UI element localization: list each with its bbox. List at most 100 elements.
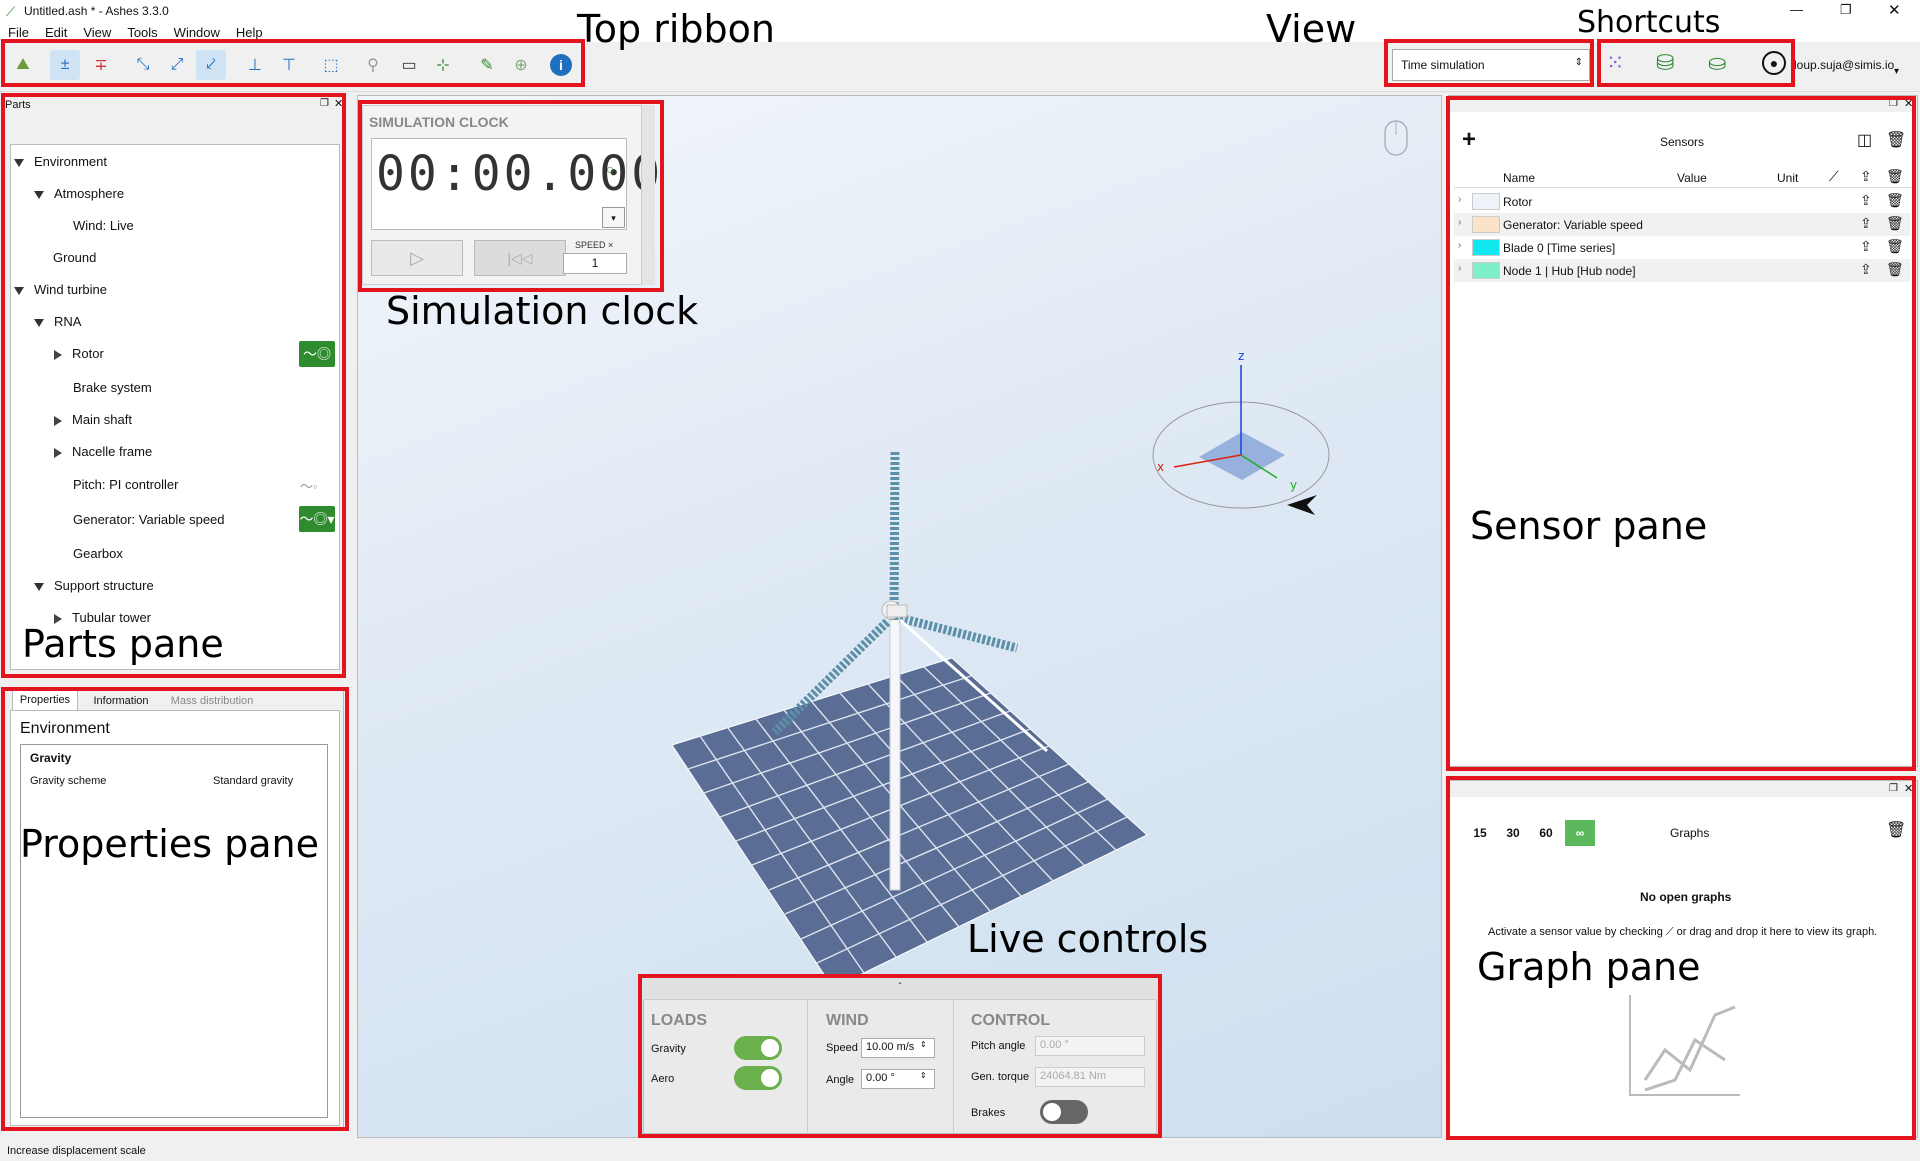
range-30[interactable]: 30 (1499, 820, 1527, 846)
menu-file[interactable]: File (0, 22, 37, 42)
tree-rna[interactable]: RNA (34, 314, 81, 329)
tree-generator[interactable]: Generator: Variable speed (73, 512, 225, 527)
label-properties-pane: Properties pane (20, 822, 319, 866)
target-icon[interactable]: ⊕ (506, 50, 536, 80)
range-infinite[interactable]: ∞ (1565, 820, 1595, 846)
pitch-angle-input[interactable]: 0.00 ° (1035, 1036, 1145, 1056)
delete-icon[interactable]: 🗑 (1886, 261, 1904, 278)
add-sensor-icon[interactable]: + (1462, 126, 1476, 154)
screen-icon[interactable]: ▭ (394, 50, 424, 80)
export-icon[interactable]: ⇪ (1860, 215, 1872, 232)
user-icon[interactable]: ● (1762, 51, 1786, 75)
delete-icon[interactable]: 🗑 (1886, 215, 1904, 232)
increase-scale-icon[interactable]: ± (50, 50, 80, 80)
tab-properties[interactable]: Properties (12, 690, 78, 710)
view-select[interactable]: Time simulation ⇕ (1392, 49, 1590, 81)
tree-ground[interactable]: Ground (53, 250, 96, 265)
menu-tools[interactable]: Tools (119, 22, 165, 42)
sensor-row[interactable]: › Node 1 | Hub [Hub node] ⇪ 🗑 (1454, 259, 1910, 282)
delete-icon[interactable]: 🗑 (1886, 238, 1904, 255)
pitch-signal-icon[interactable]: 〜◦ (300, 476, 318, 495)
tab-mass-distribution[interactable]: Mass distribution (162, 692, 262, 710)
live-controls-handle[interactable]: - (643, 978, 1157, 1000)
tree-brake-system[interactable]: Brake system (73, 380, 152, 395)
graph-float-icon[interactable]: ❐ (1889, 783, 1898, 794)
expand-chevron-icon[interactable]: › (1458, 263, 1461, 274)
tree-pitch-controller[interactable]: Pitch: PI controller (73, 477, 179, 492)
range-60[interactable]: 60 (1532, 820, 1560, 846)
tool-icon[interactable]: ✎ (472, 50, 502, 80)
sensor-color-swatch[interactable] (1472, 216, 1500, 233)
play-button[interactable]: ▷ (371, 240, 463, 276)
tree-gearbox[interactable]: Gearbox (73, 546, 123, 561)
add-line-icon[interactable]: ⊥ (240, 50, 270, 80)
delete-icon[interactable]: 🗑 (1886, 192, 1904, 209)
minimize-icon[interactable]: — (1790, 2, 1803, 17)
expand-chevron-icon[interactable]: › (1458, 194, 1461, 205)
rewind-button[interactable]: |◁◁ (474, 240, 566, 276)
edit-db-shortcut-icon[interactable]: ⛀ (1708, 50, 1726, 76)
tree-wind-live[interactable]: Wind: Live (73, 218, 134, 233)
range-15[interactable]: 15 (1466, 820, 1494, 846)
select-node-icon[interactable]: ⤦ (196, 50, 226, 80)
close-icon[interactable]: ✕ (1888, 1, 1901, 19)
tree-wind-turbine[interactable]: Wind turbine (14, 282, 107, 297)
sensor-color-swatch[interactable] (1472, 193, 1500, 210)
expand-chevron-icon[interactable]: › (1458, 240, 1461, 251)
sensor-float-icon[interactable]: ❐ (1889, 98, 1898, 109)
aero-toggle[interactable] (734, 1066, 782, 1090)
menu-edit[interactable]: Edit (37, 22, 75, 42)
info-icon[interactable]: i (546, 50, 576, 80)
sensor-row[interactable]: › Blade 0 [Time series] ⇪ 🗑 (1454, 236, 1910, 259)
sensor-row[interactable]: › Generator: Variable speed ⇪ 🗑 (1454, 213, 1910, 236)
sensor-wave-icon[interactable]: 〜◎ (299, 341, 335, 367)
graph-close-icon[interactable]: ✕ (1904, 782, 1913, 795)
expand-chevron-icon[interactable]: › (1458, 217, 1461, 228)
tree-environment[interactable]: Environment (14, 154, 107, 169)
sensor-row[interactable]: › Rotor ⇪ 🗑 (1454, 190, 1910, 213)
tab-information[interactable]: Information (86, 692, 156, 710)
gen-torque-input[interactable]: 24064.81 Nm (1035, 1067, 1145, 1087)
menu-window[interactable]: Window (166, 22, 228, 42)
axes-icon[interactable]: ⊹ (428, 50, 458, 80)
remove-line-icon[interactable]: ⊤ (274, 50, 304, 80)
tree-nacelle-frame[interactable]: Nacelle frame (54, 444, 152, 459)
clock-collapse-handle[interactable] (641, 105, 655, 285)
sensor-close-icon[interactable]: ✕ (1904, 97, 1913, 110)
add-node-icon[interactable]: ⤡ (128, 50, 158, 80)
sensor-color-swatch[interactable] (1472, 262, 1500, 279)
user-email[interactable]: loup.suja@simis.io (1794, 58, 1894, 72)
speed-input[interactable]: 1 (563, 253, 627, 274)
generator-sensor-icon[interactable]: 〜◎▾ (299, 506, 335, 532)
gravity-toggle[interactable] (734, 1036, 782, 1060)
brakes-toggle[interactable] (1040, 1100, 1088, 1124)
database-shortcut-icon[interactable]: ⛁ (1656, 50, 1674, 76)
export-icon[interactable]: ⇪ (1860, 238, 1872, 255)
grid-shortcut-icon[interactable]: ⁙ (1606, 50, 1624, 76)
export-icon[interactable]: ⇪ (1860, 192, 1872, 209)
trash-icon[interactable]: 🗑 (1886, 130, 1906, 150)
clock-dropdown-icon[interactable]: ▾ (602, 207, 625, 228)
tree-rotor[interactable]: Rotor (54, 346, 104, 361)
restore-icon[interactable]: ❐ (1840, 2, 1852, 18)
tree-support-structure[interactable]: Support structure (34, 578, 154, 593)
open-model-icon[interactable]: ⛰ (8, 50, 38, 80)
sensor-color-swatch[interactable] (1472, 239, 1500, 256)
user-dropdown-icon[interactable]: ▾ (1894, 66, 1899, 77)
cube-icon[interactable]: ⬚ (316, 50, 346, 80)
menu-help[interactable]: Help (228, 22, 271, 42)
parts-close-icon[interactable]: ✕ (334, 97, 343, 110)
menu-view[interactable]: View (75, 22, 119, 42)
tree-atmosphere[interactable]: Atmosphere (34, 186, 124, 201)
export-icon[interactable]: ⇪ (1860, 261, 1872, 278)
spinner-icon[interactable]: ⇕ (920, 1040, 927, 1049)
graphs-trash-icon[interactable]: 🗑 (1886, 820, 1906, 840)
turbine-icon[interactable]: ⚲ (358, 50, 388, 80)
decrease-scale-icon[interactable]: ∓ (86, 50, 116, 80)
remove-node-icon[interactable]: ⤢ (162, 50, 192, 80)
parts-float-icon[interactable]: ❐ (320, 98, 329, 109)
layout-icon[interactable]: ◫ (1857, 130, 1872, 150)
gravity-scheme-value[interactable]: Standard gravity (213, 775, 293, 787)
spinner-icon[interactable]: ⇕ (920, 1071, 927, 1080)
tree-main-shaft[interactable]: Main shaft (54, 412, 132, 427)
